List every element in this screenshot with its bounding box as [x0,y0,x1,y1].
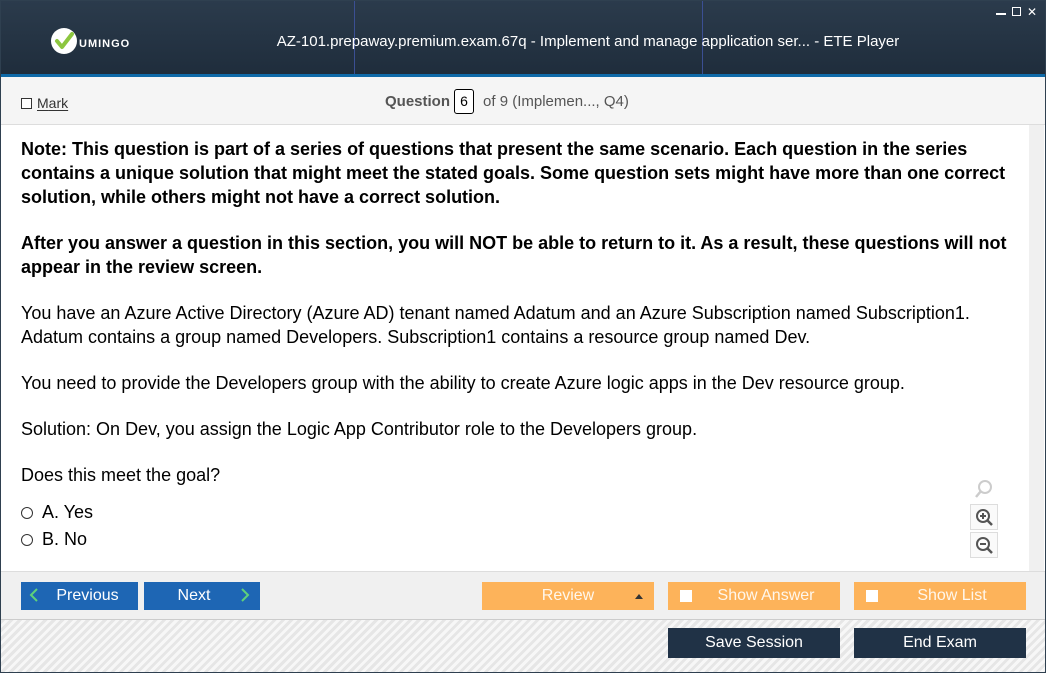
zoom-in-icon[interactable] [970,504,998,530]
question-label: Question [385,93,451,110]
window-title: AZ-101.prepaway.premium.exam.67q - Imple… [276,33,900,50]
requirement-text: You need to provide the Developers group… [21,373,905,393]
question-header: Mark Question 6 of 9 (Implemen..., Q4) [1,77,1045,125]
footer-bar: Save Session End Exam [1,619,1045,672]
window-controls: ✕ [996,6,1037,18]
navigation-bar: Previous Next Review Show Answer Show Li… [1,571,1045,619]
show-list-label: Show List [917,587,987,604]
no-return-warning: After you answer a question in this sect… [21,233,1007,277]
question-number-input[interactable]: 6 [454,89,475,114]
answer-option-label: A. Yes [42,502,94,522]
chevron-right-icon [240,587,250,606]
answer-option-label: B. No [42,529,88,549]
show-answer-label: Show Answer [717,587,815,604]
maximize-icon[interactable] [1012,7,1021,16]
question-of-total: of 9 (Implemen..., Q4) [483,93,629,110]
question-counter: Question 6 of 9 (Implemen..., Q4) [385,89,629,114]
search-icon [970,476,998,502]
show-list-checkbox[interactable] [866,590,878,602]
review-button[interactable]: Review [482,582,654,610]
minimize-icon[interactable] [996,7,1006,15]
next-label: Next [177,587,211,604]
close-icon[interactable]: ✕ [1027,6,1037,18]
scenario-text: You have an Azure Active Directory (Azur… [21,303,970,347]
review-label: Review [541,587,595,604]
solution-text: Solution: On Dev, you assign the Logic A… [21,419,698,439]
caret-up-icon[interactable] [634,589,644,605]
show-list-button[interactable]: Show List [854,582,1026,610]
question-content: Note: This question is part of a series … [1,125,1029,571]
previous-button[interactable]: Previous [21,582,138,610]
zoom-controls [970,476,998,560]
show-answer-checkbox[interactable] [680,590,692,602]
answer-option-a[interactable]: A. Yes [21,499,1009,526]
next-button[interactable]: Next [144,582,260,610]
question-prompt: Does this meet the goal? [21,465,221,485]
previous-label: Previous [56,587,119,604]
radio-button[interactable] [21,533,33,546]
mark-checkbox-box[interactable] [21,97,32,109]
zoom-out-icon[interactable] [970,532,998,558]
mark-label: Mark [37,95,69,111]
chevron-left-icon [29,587,39,606]
end-exam-button[interactable]: End Exam [854,628,1026,658]
answer-option-b[interactable]: B. No [21,526,1009,553]
radio-button[interactable] [21,506,33,519]
ete-player-window: UMINGO AZ-101.prepaway.premium.exam.67q … [0,0,1046,673]
end-exam-label: End Exam [903,634,977,651]
save-session-button[interactable]: Save Session [668,628,840,658]
show-answer-button[interactable]: Show Answer [668,582,840,610]
vertical-scrollbar[interactable] [1029,125,1044,571]
title-bar: UMINGO AZ-101.prepaway.premium.exam.67q … [1,1,1045,77]
mark-checkbox[interactable]: Mark [21,95,68,111]
save-session-label: Save Session [705,634,803,651]
series-note: Note: This question is part of a series … [21,139,1006,207]
